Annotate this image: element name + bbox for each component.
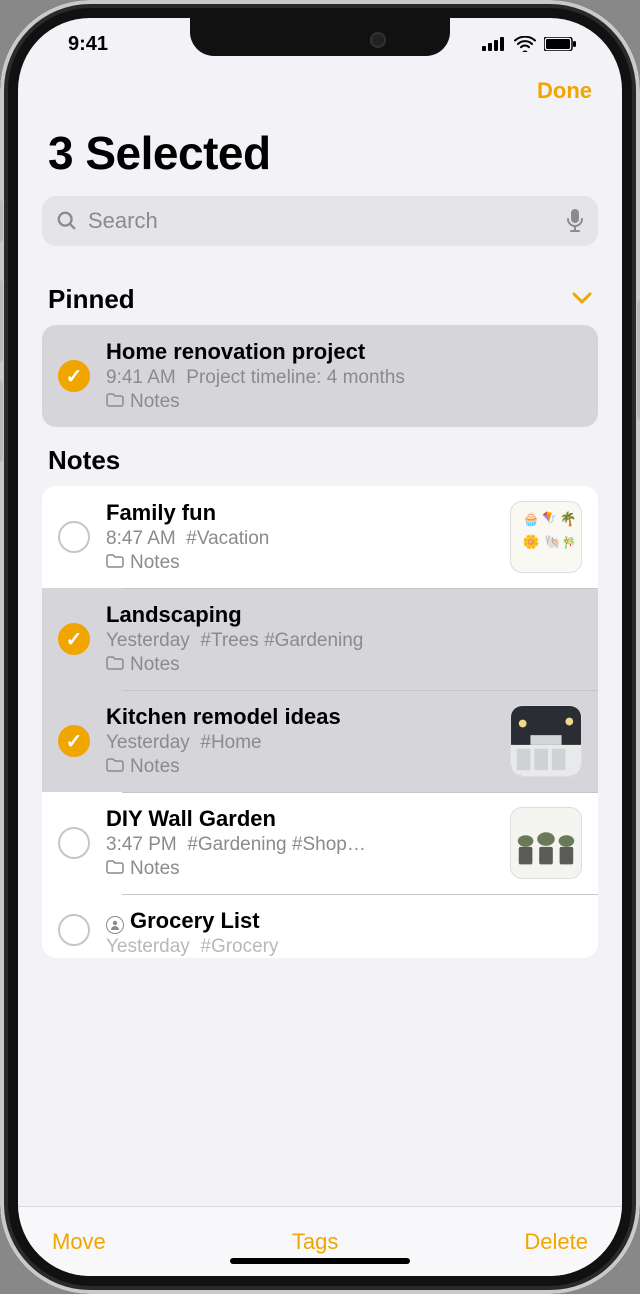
note-title: Kitchen remodel ideas: [106, 704, 494, 730]
svg-text:🪁: 🪁: [542, 510, 557, 524]
page-title: 3 Selected: [18, 104, 622, 196]
note-row[interactable]: Home renovation project 9:41 AM Project …: [42, 325, 598, 427]
wifi-icon: [514, 36, 536, 52]
svg-text:🧁: 🧁: [523, 510, 540, 526]
note-title: Family fun: [106, 500, 494, 526]
note-folder: Notes: [106, 858, 494, 880]
note-folder: Notes: [106, 756, 494, 778]
selection-checkbox[interactable]: [58, 914, 90, 946]
note-subtitle: 3:47 PM #Gardening #Shop…: [106, 834, 494, 856]
device-notch: [190, 18, 450, 56]
selection-checkbox[interactable]: [58, 725, 90, 757]
note-subtitle: Yesterday #Trees #Gardening: [106, 630, 582, 652]
note-row[interactable]: Grocery List Yesterday #Grocery: [42, 894, 598, 958]
note-row[interactable]: DIY Wall Garden 3:47 PM #Gardening #Shop…: [42, 792, 598, 894]
note-title: DIY Wall Garden: [106, 806, 494, 832]
note-row[interactable]: Kitchen remodel ideas Yesterday #Home No…: [42, 690, 598, 792]
notes-section-header: Notes: [18, 427, 622, 486]
done-button[interactable]: Done: [537, 78, 592, 104]
note-folder: Notes: [106, 391, 582, 413]
bottom-toolbar: Move Tags Delete: [18, 1206, 622, 1276]
note-subtitle: 9:41 AM Project timeline: 4 months: [106, 367, 582, 389]
folder-icon: [106, 391, 124, 413]
note-thumbnail: [510, 807, 582, 879]
folder-icon: [106, 552, 124, 574]
nav-bar: Done: [18, 70, 622, 104]
note-thumbnail: 🧁🪁🌴 🌼 🐚🎋: [510, 501, 582, 573]
note-row[interactable]: Family fun 8:47 AM #Vacation Notes 🧁🪁🌴 🌼 🐚…: [42, 486, 598, 588]
chevron-down-icon: [572, 288, 592, 311]
svg-text:🌴: 🌴: [560, 510, 577, 526]
notes-list: Family fun 8:47 AM #Vacation Notes 🧁🪁🌴 🌼 🐚…: [42, 486, 598, 958]
home-indicator[interactable]: [230, 1258, 410, 1264]
note-subtitle: 8:47 AM #Vacation: [106, 528, 494, 550]
note-folder: Notes: [106, 552, 494, 574]
note-title: Grocery List: [106, 908, 582, 934]
tags-button[interactable]: Tags: [292, 1229, 338, 1255]
note-thumbnail: [510, 705, 582, 777]
note-row[interactable]: Landscaping Yesterday #Trees #Gardening …: [42, 588, 598, 690]
search-field[interactable]: [42, 196, 598, 246]
move-button[interactable]: Move: [52, 1229, 106, 1255]
svg-text:🐚: 🐚: [544, 535, 561, 550]
notes-section-label: Notes: [48, 445, 120, 476]
svg-text:🎋: 🎋: [562, 536, 577, 550]
selection-checkbox[interactable]: [58, 360, 90, 392]
note-folder: Notes: [106, 654, 582, 676]
note-subtitle: Yesterday #Grocery: [106, 936, 582, 958]
delete-button[interactable]: Delete: [524, 1229, 588, 1255]
search-input[interactable]: [88, 208, 556, 234]
pinned-section-label: Pinned: [48, 284, 135, 315]
cellular-icon: [482, 37, 506, 51]
selection-checkbox[interactable]: [58, 827, 90, 859]
selection-checkbox[interactable]: [58, 521, 90, 553]
selection-checkbox[interactable]: [58, 623, 90, 655]
folder-icon: [106, 858, 124, 880]
pinned-list: Home renovation project 9:41 AM Project …: [42, 325, 598, 427]
dictation-icon[interactable]: [566, 209, 584, 233]
note-subtitle: Yesterday #Home: [106, 732, 494, 754]
svg-text:🌼: 🌼: [523, 534, 540, 550]
pinned-section-header[interactable]: Pinned: [18, 266, 622, 325]
folder-icon: [106, 654, 124, 676]
search-icon: [56, 210, 78, 232]
note-title: Home renovation project: [106, 339, 582, 365]
shared-icon: [106, 916, 124, 934]
note-title: Landscaping: [106, 602, 582, 628]
status-time: 9:41: [68, 33, 108, 56]
battery-icon: [544, 37, 576, 51]
folder-icon: [106, 756, 124, 778]
